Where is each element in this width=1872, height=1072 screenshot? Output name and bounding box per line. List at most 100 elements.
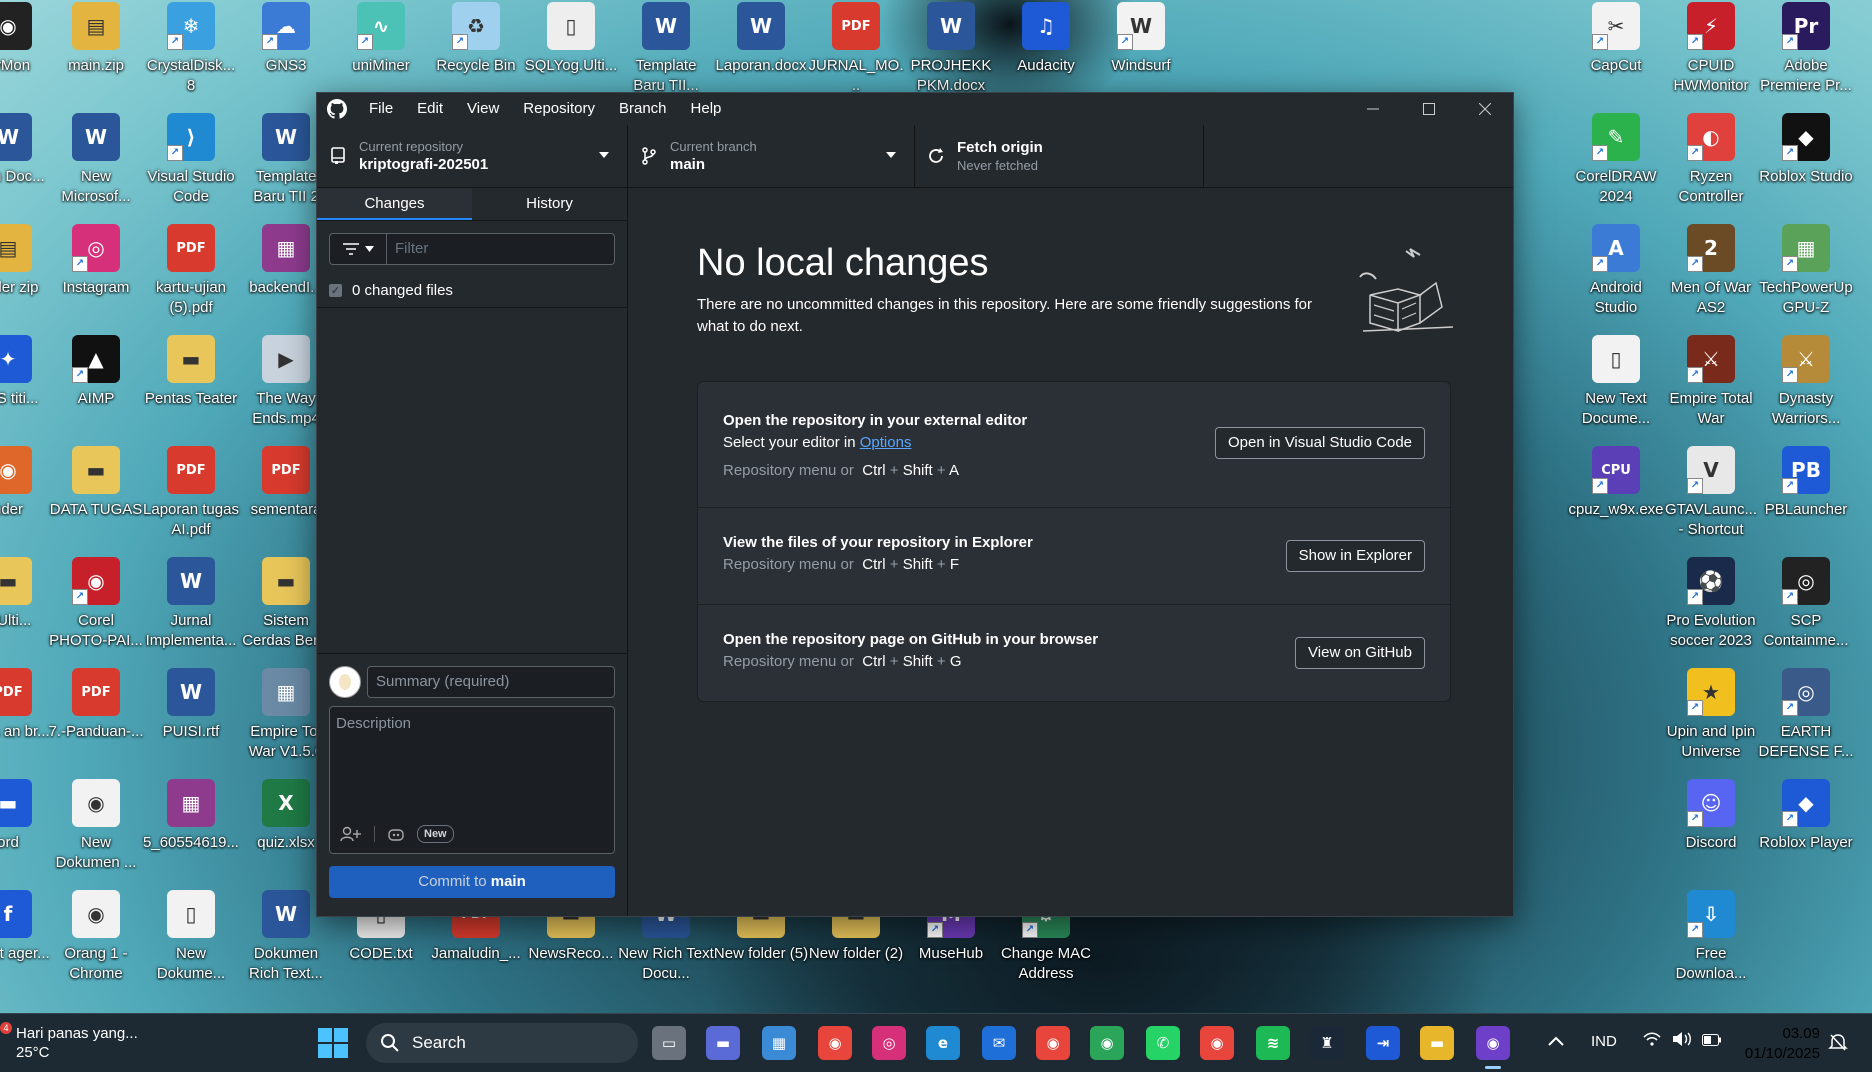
close-icon[interactable] xyxy=(1457,93,1513,125)
desktop-icon[interactable]: 2 ↗ Men Of War AS2 xyxy=(1663,224,1759,318)
desktop-icon[interactable]: ◉ Orang 1 - Chrome xyxy=(48,890,144,984)
view-on-github-button[interactable]: View on GitHub xyxy=(1295,637,1425,669)
desktop-icon[interactable]: W PUISI.rtf xyxy=(143,668,239,742)
add-coauthor-icon[interactable] xyxy=(340,826,362,842)
taskbar-chrome-profile-3-icon[interactable]: ◉ xyxy=(1200,1026,1234,1060)
desktop-icon[interactable]: PDF kartu-ujian (5).pdf xyxy=(143,224,239,318)
select-all-checkbox[interactable]: ✓ xyxy=(329,283,342,297)
desktop-icon[interactable]: A ↗ Android Studio xyxy=(1568,224,1664,318)
tab-history[interactable]: History xyxy=(472,188,627,220)
desktop-icon[interactable]: ◎ ↗ EARTH DEFENSE F... xyxy=(1758,668,1854,762)
desktop-icon[interactable]: ▬ Pentas Teater xyxy=(143,335,239,409)
menu-view[interactable]: View xyxy=(455,93,511,125)
desktop-icon[interactable]: PDF JURNAL_MO... xyxy=(808,2,904,96)
current-branch-dropdown[interactable]: Current branch main xyxy=(628,125,915,187)
menu-repository[interactable]: Repository xyxy=(511,93,607,125)
desktop-icon[interactable]: ⚽ ↗ Pro Evolution soccer 2023 xyxy=(1663,557,1759,651)
taskbar-instagram-icon[interactable]: ◎ xyxy=(872,1026,906,1060)
desktop-icon[interactable]: W ↗ Windsurf xyxy=(1093,2,1189,76)
desktop-icon[interactable]: ⟩ ↗ Visual Studio Code xyxy=(143,113,239,207)
desktop-icon[interactable]: ▯ New Text Docume... xyxy=(1568,335,1664,429)
desktop-icon[interactable]: ▤ main.zip xyxy=(48,2,144,76)
desktop-icon[interactable]: ♻ ↗ Recycle Bin xyxy=(428,2,524,76)
description-field[interactable]: Description New xyxy=(329,706,615,854)
desktop-icon[interactable]: V ↗ GTAVLaunc... - Shortcut xyxy=(1663,446,1759,540)
desktop-icon[interactable]: ▦ ↗ TechPowerUp GPU-Z xyxy=(1758,224,1854,318)
taskbar-chat-icon[interactable]: ▬ xyxy=(706,1026,740,1060)
desktop-icon[interactable]: ◉ ↗ Corel PHOTO-PAI... xyxy=(48,557,144,651)
desktop-icon[interactable]: W Jurnal Implementa... xyxy=(143,557,239,651)
filter-input[interactable]: Filter xyxy=(387,234,614,264)
notification-icon[interactable] xyxy=(1828,1032,1848,1057)
desktop-icon[interactable]: ⚔ ↗ Dynasty Warriors... xyxy=(1758,335,1854,429)
fetch-origin-button[interactable]: Fetch origin Never fetched xyxy=(915,125,1204,187)
start-icon[interactable] xyxy=(318,1028,348,1063)
desktop-icon[interactable]: ◎ ↗ SCP Containme... xyxy=(1758,557,1854,651)
filter-options-button[interactable] xyxy=(330,234,387,264)
language-indicator[interactable]: IND xyxy=(1591,1033,1617,1050)
taskbar-calendar-icon[interactable]: ▦ xyxy=(762,1026,796,1060)
desktop-icon[interactable]: ▬ DATA TUGAS xyxy=(48,446,144,520)
taskbar-chrome-icon[interactable]: ◉ xyxy=(818,1026,852,1060)
desktop-icon[interactable]: ⚡ ↗ CPUID HWMonitor xyxy=(1663,2,1759,96)
desktop-icon[interactable]: ♫ Audacity xyxy=(998,2,1094,76)
desktop-icon[interactable]: W Template Baru TII... xyxy=(618,2,714,96)
summary-input[interactable]: Summary (required) xyxy=(367,666,615,698)
tab-changes[interactable]: Changes xyxy=(317,188,472,220)
desktop-icon[interactable]: ◉ New Dokumen ... xyxy=(48,779,144,873)
taskbar-app-launcher-icon[interactable]: ⇥ xyxy=(1366,1026,1400,1060)
desktop-icon[interactable]: ▯ SQLYog.Ulti... xyxy=(523,2,619,76)
desktop-icon[interactable]: ✂ ↗ CapCut xyxy=(1568,2,1664,76)
desktop-icon[interactable]: ◐ ↗ Ryzen Controller xyxy=(1663,113,1759,207)
desktop-icon[interactable]: ✎ ↗ CorelDRAW 2024 xyxy=(1568,113,1664,207)
menu-branch[interactable]: Branch xyxy=(607,93,679,125)
options-link[interactable]: Options xyxy=(860,434,912,451)
desktop-icon[interactable]: ◎ ↗ Instagram xyxy=(48,224,144,298)
desktop-icon[interactable]: PDF Laporan tugas AI.pdf xyxy=(143,446,239,540)
volume-icon[interactable] xyxy=(1672,1031,1692,1052)
taskbar-mail-icon[interactable]: ✉ xyxy=(982,1026,1016,1060)
copilot-icon[interactable] xyxy=(387,826,405,842)
taskbar-github-desktop-icon[interactable]: ◉ xyxy=(1476,1026,1510,1060)
desktop-icon[interactable]: ⚔ ↗ Empire Total War xyxy=(1663,335,1759,429)
desktop-icon[interactable]: ☺ ↗ Discord xyxy=(1663,779,1759,853)
taskbar-chrome-profile-2-icon[interactable]: ◉ xyxy=(1090,1026,1124,1060)
chevron-up-icon[interactable] xyxy=(1548,1033,1564,1051)
desktop-icon[interactable]: ★ ↗ Upin and Ipin Universe xyxy=(1663,668,1759,762)
show-in-explorer-button[interactable]: Show in Explorer xyxy=(1285,540,1425,572)
desktop-icon[interactable]: PB ↗ PBLauncher xyxy=(1758,446,1854,520)
open-in-editor-button[interactable]: Open in Visual Studio Code xyxy=(1214,427,1425,459)
current-repository-dropdown[interactable]: Current repository kriptografi-202501 xyxy=(317,125,628,187)
desktop-icon[interactable]: ▯ New Dokume... xyxy=(143,890,239,984)
menu-help[interactable]: Help xyxy=(679,93,734,125)
menu-file[interactable]: File xyxy=(357,93,405,125)
desktop-icon[interactable]: W PROJHEKK PKM.docx xyxy=(903,2,999,96)
desktop-icon[interactable]: ❄ ↗ CrystalDisk... 8 xyxy=(143,2,239,96)
maximize-icon[interactable] xyxy=(1401,93,1457,125)
taskbar-file-manager-icon[interactable]: ▭ xyxy=(652,1026,686,1060)
desktop-icon[interactable]: ▲ ↗ AIMP xyxy=(48,335,144,409)
taskbar-whatsapp-icon[interactable]: ✆ xyxy=(1146,1026,1180,1060)
weather-widget[interactable]: Hari panas yang... 25°C xyxy=(16,1024,138,1062)
clock[interactable]: 03.09 01/10/2025 xyxy=(1745,1024,1820,1064)
desktop-icon[interactable]: ⇩ ↗ Free Downloa... xyxy=(1663,890,1759,984)
battery-icon[interactable] xyxy=(1702,1033,1722,1051)
desktop-icon[interactable]: ▦ 5_60554619... xyxy=(143,779,239,853)
taskbar-chrome-profile-1-icon[interactable]: ◉ xyxy=(1036,1026,1070,1060)
desktop-icon[interactable]: ☁ ↗ GNS3 xyxy=(238,2,334,76)
taskbar-spotify-icon[interactable]: ≋ xyxy=(1256,1026,1290,1060)
taskbar-steam-icon[interactable]: ♜ xyxy=(1310,1026,1344,1060)
desktop-icon[interactable]: ◆ ↗ Roblox Studio xyxy=(1758,113,1854,187)
menu-edit[interactable]: Edit xyxy=(405,93,455,125)
search-box[interactable]: Search xyxy=(366,1023,638,1063)
desktop-icon[interactable]: W Laporan.docx xyxy=(713,2,809,76)
desktop-icon[interactable]: PDF 7.-Panduan-... xyxy=(48,668,144,742)
desktop-icon[interactable]: ◆ ↗ Roblox Player xyxy=(1758,779,1854,853)
taskbar-edge-icon[interactable]: e xyxy=(926,1026,960,1060)
desktop-icon[interactable]: CPU ↗ cpuz_w9x.exe xyxy=(1568,446,1664,520)
taskbar-file-explorer-icon[interactable]: ▬ xyxy=(1420,1026,1454,1060)
minimize-icon[interactable] xyxy=(1345,93,1401,125)
desktop-icon[interactable]: Pr ↗ Adobe Premiere Pr... xyxy=(1758,2,1854,96)
wifi-icon[interactable] xyxy=(1643,1032,1661,1051)
desktop-icon[interactable]: ∿ ↗ uniMiner xyxy=(333,2,429,76)
